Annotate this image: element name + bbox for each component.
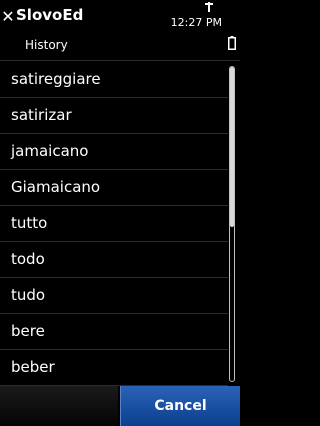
app-title: SlovoEd — [16, 6, 84, 24]
list-item[interactable]: bere — [0, 314, 228, 350]
page-subtitle: History — [25, 38, 68, 52]
list-item[interactable]: satireggiare — [0, 62, 228, 98]
list-item[interactable]: Giamaicano — [0, 170, 228, 206]
clock: 12:27 PM — [170, 16, 222, 29]
signal-icon — [205, 2, 213, 12]
cancel-button[interactable]: Cancel — [120, 386, 240, 426]
screen: ✕ SlovoEd History 12:27 PM satireggiare … — [0, 0, 240, 426]
close-icon[interactable]: ✕ — [1, 8, 15, 26]
toolbar-empty-slot — [0, 386, 118, 426]
list-item[interactable]: todo — [0, 242, 228, 278]
list-item[interactable]: satirizar — [0, 98, 228, 134]
bottom-toolbar: Cancel — [0, 386, 240, 426]
header: ✕ SlovoEd History 12:27 PM — [0, 0, 240, 60]
list-item[interactable]: tudo — [0, 278, 228, 314]
scrollbar[interactable] — [229, 66, 235, 382]
battery-icon — [228, 36, 236, 50]
history-list: satireggiare satirizar jamaicano Giamaic… — [0, 62, 228, 386]
list-item[interactable]: tutto — [0, 206, 228, 242]
list-item[interactable]: jamaicano — [0, 134, 228, 170]
list-item[interactable]: beber — [0, 350, 228, 386]
scrollbar-thumb[interactable] — [230, 67, 234, 227]
header-divider — [0, 60, 240, 61]
